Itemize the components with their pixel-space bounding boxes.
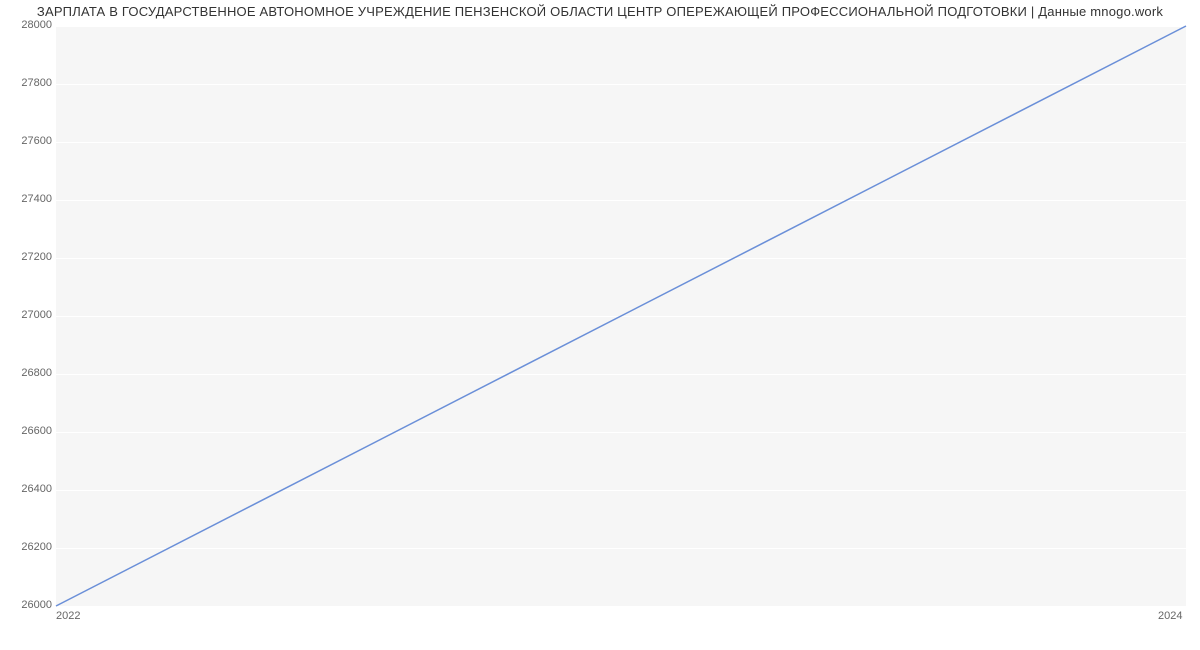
chart-lines bbox=[56, 26, 1186, 606]
y-tick-label: 27000 bbox=[4, 309, 52, 321]
line-series bbox=[56, 26, 1186, 606]
y-tick-label: 26000 bbox=[4, 599, 52, 611]
y-tick-label: 26800 bbox=[4, 367, 52, 379]
y-tick-label: 26200 bbox=[4, 541, 52, 553]
y-tick-label: 27400 bbox=[4, 193, 52, 205]
x-tick-label: 2024 bbox=[1158, 610, 1182, 622]
y-tick-label: 27800 bbox=[4, 77, 52, 89]
y-tick-label: 28000 bbox=[4, 19, 52, 31]
chart-container: ЗАРПЛАТА В ГОСУДАРСТВЕННОЕ АВТОНОМНОЕ УЧ… bbox=[0, 0, 1200, 650]
gridline bbox=[56, 606, 1186, 607]
plot-area bbox=[56, 26, 1186, 606]
y-tick-label: 26600 bbox=[4, 425, 52, 437]
y-tick-label: 27200 bbox=[4, 251, 52, 263]
y-tick-label: 27600 bbox=[4, 135, 52, 147]
y-tick-label: 26400 bbox=[4, 483, 52, 495]
chart-title: ЗАРПЛАТА В ГОСУДАРСТВЕННОЕ АВТОНОМНОЕ УЧ… bbox=[0, 4, 1200, 19]
x-tick-label: 2022 bbox=[56, 610, 80, 622]
